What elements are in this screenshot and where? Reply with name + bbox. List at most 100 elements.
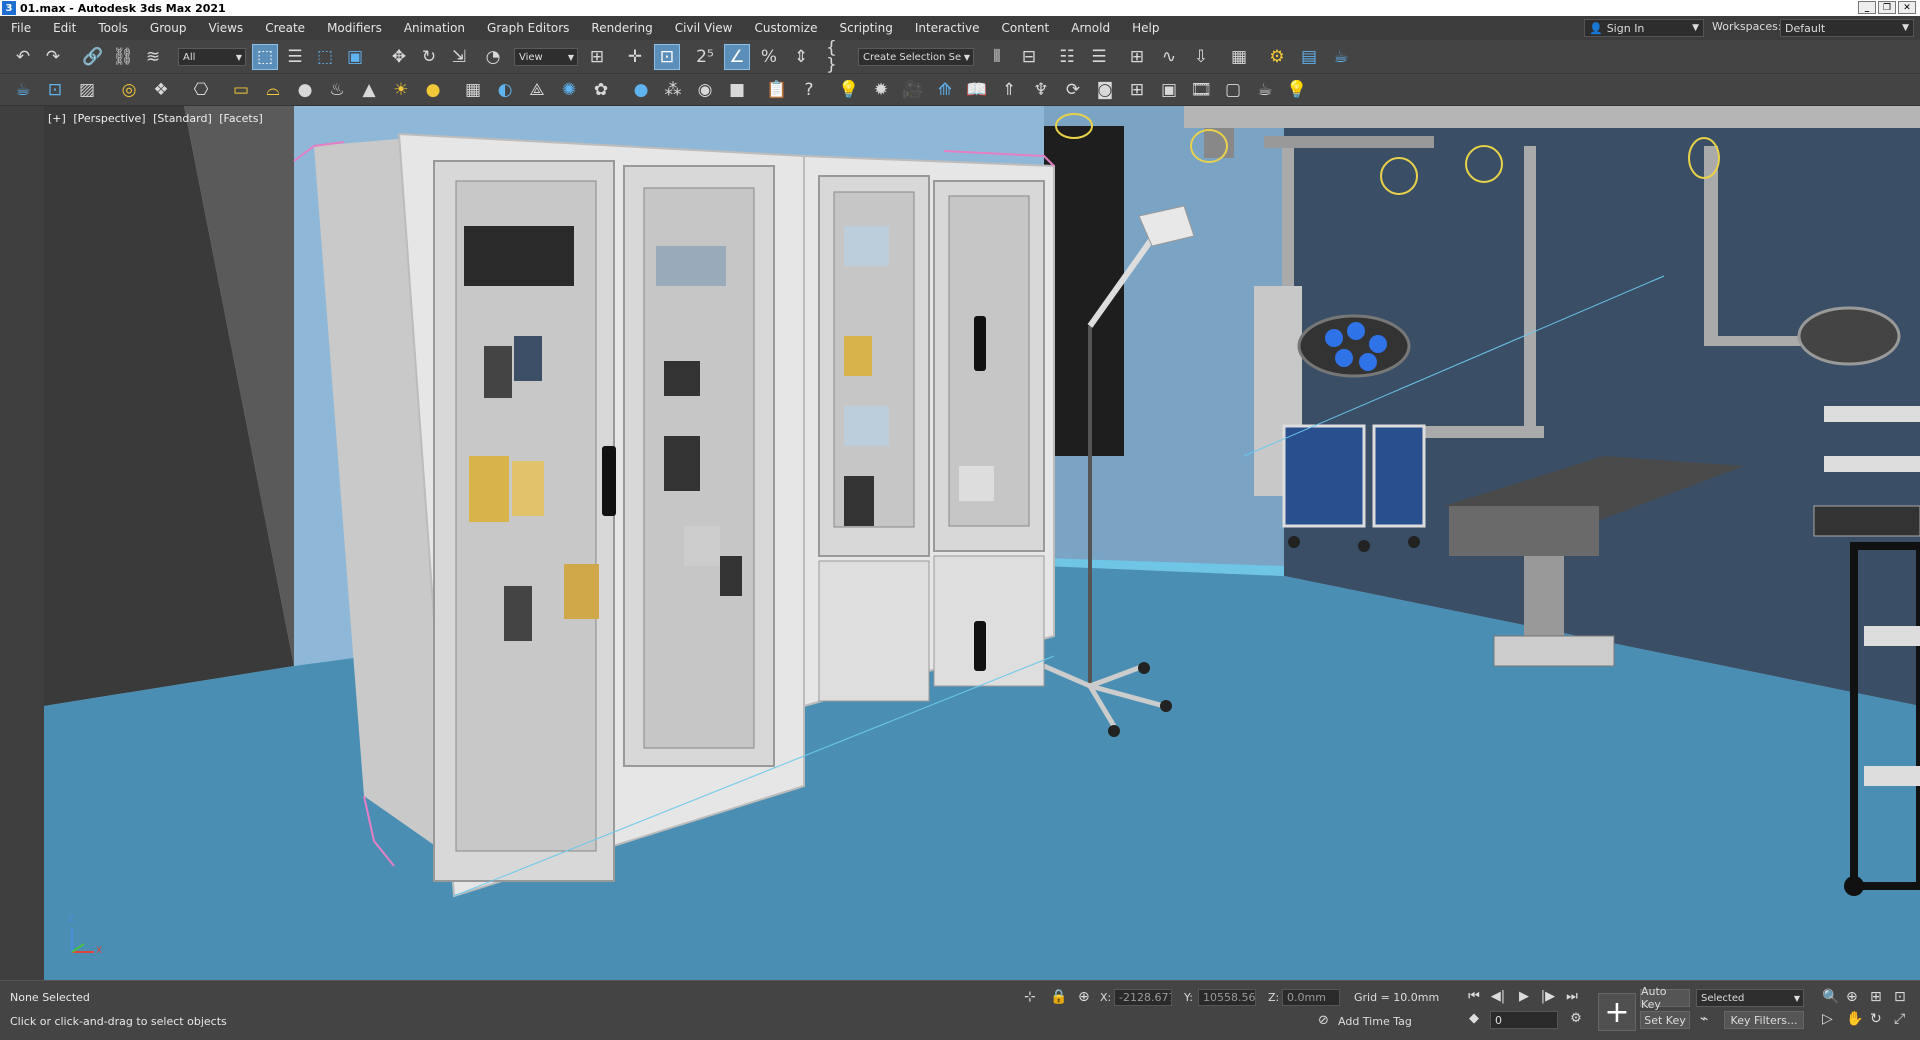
viewport-shading-menu[interactable]: [Facets] — [219, 112, 263, 125]
idea-icon[interactable]: 💡 — [1284, 77, 1310, 103]
menu-create[interactable]: Create — [254, 16, 316, 40]
keyboard-shortcut-override-icon[interactable]: ⊡ — [654, 44, 680, 70]
material-editor-icon[interactable]: ▦ — [1226, 44, 1252, 70]
add-time-tag[interactable]: Add Time Tag — [1338, 1015, 1412, 1028]
select-manipulate-icon[interactable]: ✛ — [622, 44, 648, 70]
undo-icon[interactable]: ↶ — [10, 44, 36, 70]
tree-icon[interactable]: ⟰ — [932, 77, 958, 103]
arnold-camera-icon[interactable]: ⎔ — [188, 77, 214, 103]
viewport-general-menu[interactable]: [+] — [48, 112, 66, 125]
auto-key-button[interactable]: Auto Key — [1640, 985, 1690, 1011]
menu-content[interactable]: Content — [991, 16, 1061, 40]
ipr-icon[interactable]: ■ — [724, 77, 750, 103]
key-tangent-icon[interactable]: ⌁ — [1700, 1011, 1708, 1027]
bind-space-warp-icon[interactable]: ≋ — [140, 44, 166, 70]
flame-icon[interactable]: ♆ — [1028, 77, 1054, 103]
film-icon[interactable]: 🎞 — [1188, 77, 1214, 103]
orbit-icon[interactable]: ↻ — [1870, 1011, 1882, 1027]
placement-icon[interactable]: ◔ — [480, 44, 506, 70]
procedural-icon[interactable]: ✺ — [556, 77, 582, 103]
help-icon[interactable]: ? — [796, 77, 822, 103]
minimize-button[interactable]: _ — [1858, 1, 1876, 14]
dome-light-icon[interactable]: ⌓ — [260, 77, 286, 103]
viewport-standard-menu[interactable]: [Standard] — [153, 112, 212, 125]
x-coordinate-field[interactable]: -2128.677r — [1114, 989, 1172, 1006]
scale-icon[interactable]: ⇲ — [446, 44, 472, 70]
reference-coordinate-dropdown[interactable]: View ▼ — [514, 48, 578, 66]
clipboard-icon[interactable]: 📋 — [764, 77, 790, 103]
viewport-label[interactable]: [+] [Perspective] [Standard] [Facets] — [48, 112, 267, 125]
toggle-ribbon-icon[interactable]: ⊞ — [1124, 44, 1150, 70]
menu-customize[interactable]: Customize — [743, 16, 828, 40]
field-of-view-icon[interactable]: ▷ — [1822, 1011, 1833, 1027]
frame-icon[interactable]: ⊞ — [1124, 77, 1150, 103]
light-lister-icon[interactable]: ◎ — [116, 77, 142, 103]
curve-editor-icon[interactable]: ∿ — [1156, 44, 1182, 70]
screen-icon[interactable]: ▢ — [1220, 77, 1246, 103]
menu-modifiers[interactable]: Modifiers — [316, 16, 393, 40]
named-selection-set-dropdown[interactable]: Create Selection Se ▼ — [858, 48, 974, 66]
book-icon[interactable]: 📖 — [964, 77, 990, 103]
sun-light-icon[interactable]: ☀ — [388, 77, 414, 103]
plane-light-icon[interactable]: ▭ — [228, 77, 254, 103]
rotate-icon[interactable]: ↻ — [416, 44, 442, 70]
spinner-snap-icon[interactable]: ⇕ — [788, 44, 814, 70]
rendered-frame-window-icon[interactable]: ▤ — [1296, 44, 1322, 70]
angle-snap-icon[interactable]: ∠ — [724, 44, 750, 70]
selection-lock-icon[interactable]: 🔒 — [1050, 989, 1067, 1005]
snaps-toggle-icon[interactable]: 2⁵ — [692, 44, 718, 70]
set-key-button[interactable]: Set Key — [1640, 1011, 1690, 1029]
menu-arnold[interactable]: Arnold — [1060, 16, 1121, 40]
scene-converter-icon[interactable]: ❖ — [148, 77, 174, 103]
menu-help[interactable]: Help — [1121, 16, 1170, 40]
menu-rendering[interactable]: Rendering — [580, 16, 663, 40]
fur-icon[interactable]: ✿ — [588, 77, 614, 103]
workspaces-dropdown[interactable]: Default ▼ — [1780, 19, 1914, 37]
teapot-icon[interactable]: ☕ — [10, 77, 36, 103]
maximize-viewport-icon[interactable]: ⤢ — [1894, 1011, 1905, 1027]
viewport-point-of-view-menu[interactable]: [Perspective] — [73, 112, 145, 125]
menu-scripting[interactable]: Scripting — [828, 16, 903, 40]
menu-animation[interactable]: Animation — [393, 16, 476, 40]
z-coordinate-field[interactable]: 0.0mm — [1282, 989, 1340, 1006]
aov-icon[interactable]: ⁂ — [660, 77, 686, 103]
play-animation-icon[interactable]: ▶ — [1514, 989, 1534, 1004]
align-icon[interactable]: ⊟ — [1016, 44, 1042, 70]
rectangular-selection-icon[interactable]: ⬚ — [312, 44, 338, 70]
percent-snap-icon[interactable]: % — [756, 44, 782, 70]
time-config-icon[interactable]: ⚙ — [1566, 1011, 1586, 1026]
vr-teapot-icon[interactable]: ☕ — [1252, 77, 1278, 103]
go-to-start-icon[interactable]: ⏮ — [1464, 989, 1484, 1004]
perspective-viewport[interactable]: [+] [Perspective] [Standard] [Facets] Z … — [44, 106, 1920, 980]
sign-in-dropdown[interactable]: 👤 Sign In ▼ — [1584, 19, 1704, 37]
image-icon[interactable]: ▣ — [1156, 77, 1182, 103]
toggle-scene-explorer-icon[interactable]: ☷ — [1054, 44, 1080, 70]
window-crossing-icon[interactable]: ▣ — [342, 44, 368, 70]
menu-interactive[interactable]: Interactive — [904, 16, 991, 40]
preview-icon[interactable]: ◙ — [1092, 77, 1118, 103]
menu-views[interactable]: Views — [197, 16, 254, 40]
select-by-name-icon[interactable]: ☰ — [282, 44, 308, 70]
previous-frame-icon[interactable]: ◀| — [1488, 989, 1508, 1004]
gear-sun-icon[interactable]: ✹ — [868, 77, 894, 103]
environment-icon[interactable]: ▨ — [74, 77, 100, 103]
pivot-center-icon[interactable]: ⊞ — [584, 44, 610, 70]
unlink-icon[interactable]: ⛓ — [110, 44, 136, 70]
menu-tools[interactable]: Tools — [87, 16, 139, 40]
absolute-mode-icon[interactable]: ⊕ — [1078, 989, 1090, 1005]
zoom-icon[interactable]: 🔍 — [1822, 989, 1839, 1005]
mesh-icon[interactable]: ⟁ — [524, 77, 550, 103]
link-icon[interactable]: 🔗 — [80, 44, 106, 70]
schematic-view-icon[interactable]: ⇩ — [1188, 44, 1214, 70]
material-sphere-icon[interactable]: ● — [628, 77, 654, 103]
key-set-dropdown[interactable]: Selected ▼ — [1696, 989, 1804, 1007]
set-keys-icon[interactable]: + — [1598, 993, 1636, 1031]
zoom-extents-icon[interactable]: ⊞ — [1870, 989, 1882, 1005]
edit-named-selection-icon[interactable]: { } — [826, 40, 852, 74]
selection-filter-dropdown[interactable]: All ▼ — [178, 48, 246, 66]
menu-civil-view[interactable]: Civil View — [664, 16, 744, 40]
mirror-icon[interactable]: ⫴ — [984, 44, 1010, 70]
shader-ball-icon[interactable]: ◐ — [492, 77, 518, 103]
toggle-layer-explorer-icon[interactable]: ☰ — [1086, 44, 1112, 70]
arnold-render-view-icon[interactable]: ◉ — [692, 77, 718, 103]
